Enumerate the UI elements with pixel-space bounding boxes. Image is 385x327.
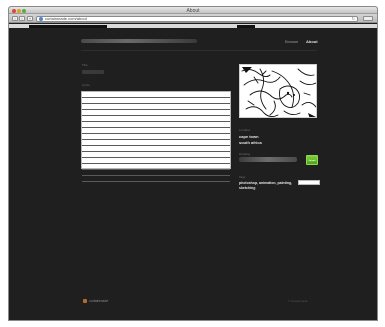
browser-window: About ‹ › + curtainmade.com/about ↻ curt… — [8, 6, 378, 321]
chevron-right-icon: › — [21, 16, 23, 21]
location-city: cape town — [239, 134, 259, 139]
web-page: curtainmade Browse About Title untitled … — [9, 28, 377, 320]
tags-label: Tags — [239, 175, 246, 179]
footer-logo[interactable]: curtainmade — [83, 299, 123, 304]
forward-button[interactable]: › — [19, 16, 25, 21]
header-divider — [81, 50, 317, 51]
site-icon — [39, 17, 43, 21]
back-button[interactable]: ‹ — [12, 16, 18, 21]
nav-browse-link[interactable]: Browse — [285, 39, 298, 44]
lyrics-label: Lyrics — [82, 83, 90, 87]
reader-button[interactable] — [363, 16, 373, 21]
footer-copyright: © curtainmade — [288, 299, 308, 303]
lyrics-ruled-line — [82, 176, 230, 182]
drawing-label: Drawing — [239, 152, 251, 156]
add-tag-input[interactable] — [298, 180, 320, 185]
address-bar[interactable]: curtainmade.com/about ↻ — [36, 15, 358, 22]
reload-icon[interactable]: ↻ — [352, 16, 355, 21]
title-input[interactable]: untitled — [82, 70, 104, 74]
sketch-artwork — [240, 65, 316, 117]
lyrics-textarea[interactable] — [81, 91, 231, 182]
window-title: About — [186, 7, 200, 14]
site-logo[interactable]: curtainmade — [81, 39, 197, 43]
upload-button[interactable]: Upload — [306, 155, 318, 165]
drawing-file-field[interactable] — [239, 157, 297, 162]
location-label: Location — [239, 128, 251, 132]
url-text: curtainmade.com/about — [45, 15, 87, 21]
chevron-left-icon: ‹ — [14, 16, 16, 21]
title-bar: About — [9, 7, 377, 14]
nav-about-link[interactable]: About — [306, 39, 318, 44]
drawing-image[interactable] — [239, 64, 317, 118]
browser-toolbar: ‹ › + curtainmade.com/about ↻ — [9, 14, 377, 23]
tags-list-continued: sketching — [239, 186, 256, 190]
add-bookmark-button[interactable]: + — [27, 16, 33, 21]
title-label: Title — [82, 63, 88, 67]
location-country: south africa — [239, 140, 262, 145]
footer-logo-text: curtainmade — [89, 299, 109, 303]
plus-icon: + — [28, 16, 32, 21]
logo-icon — [83, 299, 87, 303]
tags-list: photoshop, animation, painting, — [239, 181, 293, 185]
